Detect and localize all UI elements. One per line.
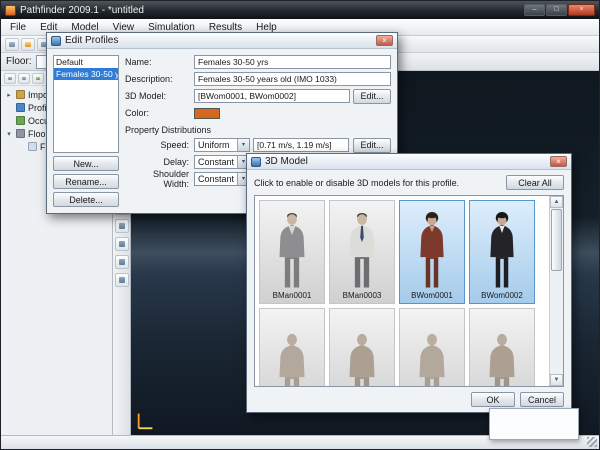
dialog-titlebar[interactable]: 3D Model × (247, 154, 571, 170)
scrollbar-track[interactable] (550, 208, 563, 374)
delay-distribution-value: Constant (198, 157, 234, 167)
profile-list: Default Females 30-50 yrs (53, 55, 119, 153)
model-card-bman0001[interactable]: BMan0001 (259, 200, 325, 304)
scrollbar-thumb[interactable] (551, 209, 562, 271)
speed-label: Speed: (125, 140, 191, 150)
model-label: BWom0002 (481, 291, 523, 303)
model-thumbnail (330, 201, 394, 291)
floor-icon (28, 142, 37, 151)
occupants-icon (16, 116, 25, 125)
resize-grip[interactable] (587, 437, 597, 447)
delete-profile-button[interactable]: Delete... (53, 192, 119, 207)
geometry-icon (16, 90, 25, 99)
model-thumbnail (470, 201, 534, 291)
model-card-bwom0002[interactable]: BWom0002 (469, 200, 535, 304)
chevron-down-icon: ▾ (237, 139, 249, 151)
model-grid-scrollbar[interactable]: ▲ ▼ (549, 196, 563, 386)
snap-tool-icon[interactable] (115, 273, 129, 287)
model-card-bwom0001[interactable]: BWom0001 (399, 200, 465, 304)
menu-file[interactable]: File (3, 21, 33, 34)
model-card-partial[interactable] (469, 308, 535, 386)
model-grid: BMan0001 BMan0003 (255, 196, 549, 386)
delay-label: Delay: (125, 157, 191, 167)
new-profile-button[interactable]: New... (53, 156, 119, 171)
dialog-title: 3D Model (265, 156, 308, 167)
tree-collapsed-icon[interactable]: ▸ (5, 91, 13, 99)
dialog-icon (251, 157, 261, 167)
clear-all-button[interactable]: Clear All (506, 175, 564, 190)
instruction-text: Click to enable or disable 3D models for… (254, 178, 459, 188)
close-button[interactable]: × (568, 4, 595, 16)
model-dialog: 3D Model × Click to enable or disable 3D… (246, 153, 572, 413)
scroll-up-icon[interactable]: ▲ (550, 196, 563, 208)
model-thumbnail (330, 309, 394, 386)
profile-color-swatch[interactable] (194, 108, 220, 119)
grid-tool-icon[interactable] (115, 255, 129, 269)
list-item-females[interactable]: Females 30-50 yrs (54, 68, 118, 80)
ok-button[interactable]: OK (471, 392, 515, 407)
dialog-titlebar[interactable]: Edit Profiles × (47, 33, 397, 49)
close-icon[interactable]: × (376, 35, 393, 46)
expand-all-icon[interactable] (18, 73, 30, 84)
model-card-bman0003[interactable]: BMan0003 (329, 200, 395, 304)
description-label: Description: (125, 74, 191, 84)
name-label: Name: (125, 57, 191, 67)
description-field[interactable]: Females 30-50 years old (IMO 1033) (194, 72, 391, 86)
color-label: Color: (125, 108, 191, 118)
dialog-icon (51, 36, 61, 46)
open-file-icon[interactable] (21, 38, 35, 51)
filter-icon[interactable] (32, 73, 44, 84)
model-thumbnail (260, 201, 324, 291)
axes-icon (135, 409, 157, 431)
speed-distribution-value: Uniform (198, 140, 230, 150)
floors-icon (16, 129, 25, 138)
model-label: 3D Model: (125, 91, 191, 101)
model-thumbnail (400, 201, 464, 291)
dialog-title: Edit Profiles (65, 35, 118, 46)
name-field[interactable]: Females 30-50 yrs (194, 55, 391, 69)
model-label: BMan0001 (273, 291, 312, 303)
minimize-button[interactable]: – (524, 4, 545, 16)
model-card-partial[interactable] (399, 308, 465, 386)
model-label: BWom0001 (411, 291, 453, 303)
distributions-heading: Property Distributions (125, 125, 391, 135)
refresh-icon[interactable] (4, 73, 16, 84)
model-field[interactable]: [BWom0001, BWom0002] (194, 89, 350, 103)
tree-expanded-icon[interactable]: ▾ (5, 130, 13, 138)
floor-label: Floor: (6, 56, 32, 67)
shoulder-distribution-select[interactable]: Constant ▾ (194, 172, 250, 186)
shoulder-width-label: Shoulder Width: (125, 169, 191, 189)
floating-panel (489, 408, 579, 440)
speed-value-field[interactable]: [0.71 m/s, 1.19 m/s] (253, 138, 349, 152)
delay-distribution-select[interactable]: Constant ▾ (194, 155, 250, 169)
model-edit-button[interactable]: Edit... (353, 89, 391, 104)
profiles-icon (16, 103, 25, 112)
maximize-button[interactable]: □ (546, 4, 567, 16)
model-card-partial[interactable] (259, 308, 325, 386)
occupant-tool-icon[interactable] (115, 219, 129, 233)
cancel-button[interactable]: Cancel (520, 392, 564, 407)
speed-distribution-select[interactable]: Uniform ▾ (194, 138, 250, 152)
window-titlebar[interactable]: Pathfinder 2009.1 - *untitled – □ × (1, 1, 599, 19)
measure-tool-icon[interactable] (115, 237, 129, 251)
window-title: Pathfinder 2009.1 - *untitled (20, 5, 520, 16)
new-file-icon[interactable] (5, 38, 19, 51)
model-thumbnail (470, 309, 534, 386)
close-icon[interactable]: × (550, 156, 567, 167)
shoulder-distribution-value: Constant (198, 174, 234, 184)
model-card-partial[interactable] (329, 308, 395, 386)
app-icon (5, 5, 16, 16)
model-thumbnail (260, 309, 324, 386)
scroll-down-icon[interactable]: ▼ (550, 374, 563, 386)
speed-edit-button[interactable]: Edit... (353, 138, 391, 153)
list-item-default[interactable]: Default (54, 56, 118, 68)
model-thumbnail (400, 309, 464, 386)
rename-profile-button[interactable]: Rename... (53, 174, 119, 189)
model-label: BMan0003 (343, 291, 382, 303)
